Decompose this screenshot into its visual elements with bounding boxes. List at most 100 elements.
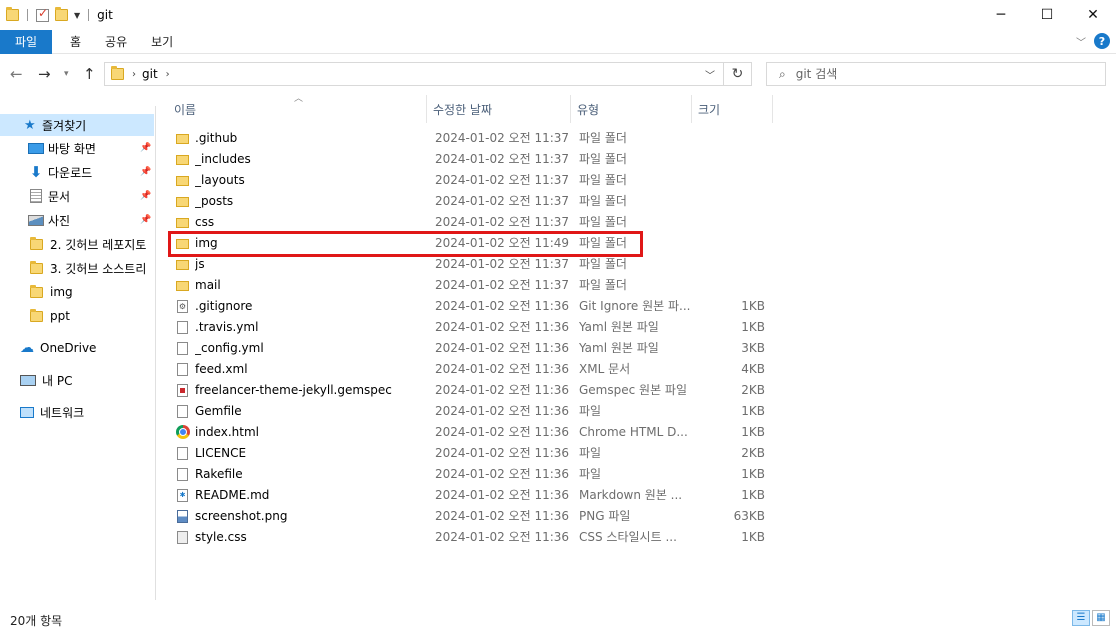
tab-home[interactable]: 홈 bbox=[58, 30, 93, 54]
sidebar-item-label: ppt bbox=[50, 309, 70, 323]
pin-icon[interactable]: 📌 bbox=[140, 191, 151, 201]
sidebar-item-pictures[interactable]: 사진 📌 bbox=[0, 209, 154, 231]
sidebar-item-ppt[interactable]: ppt bbox=[0, 305, 154, 327]
file-row[interactable]: index.html 2024-01-02 오전 11:36 Chrome HTML… bbox=[168, 422, 768, 443]
details-view-icon[interactable]: ☰ bbox=[1072, 610, 1090, 626]
breadcrumb-chevron-icon[interactable]: › bbox=[132, 69, 136, 80]
file-row[interactable]: freelancer-theme-jekyll.gemspec 2024-01-0… bbox=[168, 380, 768, 401]
file-name: .travis.yml bbox=[195, 320, 259, 334]
file-row[interactable]: .travis.yml 2024-01-02 오전 11:36 Yaml 원본 파일… bbox=[168, 317, 768, 338]
large-icons-view-icon[interactable]: ▦ bbox=[1092, 610, 1110, 626]
expand-ribbon-chevron-icon[interactable]: ﹀ bbox=[1076, 34, 1086, 49]
address-bar[interactable]: › git › ﹀ bbox=[104, 62, 724, 86]
file-row[interactable]: ⚙ .gitignore 2024-01-02 오전 11:36 Git Ignore… bbox=[168, 296, 768, 317]
file-row[interactable]: ✱ README.md 2024-01-02 오전 11:36 Markdown 원본… bbox=[168, 485, 768, 506]
file-size: 1KB bbox=[741, 320, 765, 334]
column-header-date[interactable]: 수정한 날짜 bbox=[427, 95, 571, 123]
file-row[interactable]: _config.yml 2024-01-02 오전 11:36 Yaml 원본 파일… bbox=[168, 338, 768, 359]
file-row[interactable]: _layouts 2024-01-02 오전 11:37 파일 폴더 bbox=[168, 170, 768, 191]
navigation-pane: ★ 즐겨찾기 바탕 화면 📌 ⬇ 다운로드 📌 문서 📌 사진 📌 2. 깃허브… bbox=[0, 106, 156, 600]
file-row[interactable]: css 2024-01-02 오전 11:37 파일 폴더 bbox=[168, 212, 768, 233]
sort-ascending-icon: ︿ bbox=[294, 94, 304, 104]
properties-icon[interactable] bbox=[36, 6, 49, 22]
file-row[interactable]: js 2024-01-02 오전 11:37 파일 폴더 bbox=[168, 254, 768, 275]
file-row[interactable]: .github 2024-01-02 오전 11:37 파일 폴더 bbox=[168, 128, 768, 149]
file-row[interactable]: feed.xml 2024-01-02 오전 11:36 XML 문서 4KB bbox=[168, 359, 768, 380]
column-header-name[interactable]: 이름 ︿ bbox=[168, 94, 427, 123]
sidebar-item-label: 네트워크 bbox=[40, 405, 85, 420]
search-box[interactable]: ⌕ bbox=[766, 62, 1106, 86]
sidebar-item-documents[interactable]: 문서 📌 bbox=[0, 185, 154, 207]
file-row[interactable]: Gemfile 2024-01-02 오전 11:36 파일 1KB bbox=[168, 401, 768, 422]
file-row[interactable]: img 2024-01-02 오전 11:49 파일 폴더 bbox=[168, 233, 768, 254]
file-type: Yaml 원본 파일 bbox=[579, 341, 659, 355]
file-icon bbox=[177, 321, 188, 334]
maximize-button[interactable]: ☐ bbox=[1024, 0, 1070, 30]
file-name: screenshot.png bbox=[195, 509, 288, 523]
column-header-type[interactable]: 유형 bbox=[571, 95, 692, 123]
sidebar-item-github-sourcetree[interactable]: 3. 깃허브 소스트리 bbox=[0, 257, 154, 279]
pictures-icon bbox=[28, 214, 44, 226]
file-date: 2024-01-02 오전 11:36 bbox=[435, 404, 570, 418]
sidebar-item-label: 내 PC bbox=[42, 373, 73, 388]
sidebar-item-onedrive[interactable]: ☁ OneDrive bbox=[0, 337, 154, 359]
desktop-icon bbox=[28, 142, 44, 154]
item-count: 20개 항목 bbox=[10, 614, 63, 627]
help-icon[interactable]: ? bbox=[1094, 33, 1110, 49]
tab-view[interactable]: 보기 bbox=[139, 30, 185, 54]
pin-icon[interactable]: 📌 bbox=[140, 143, 151, 153]
sidebar-item-quick-access[interactable]: ★ 즐겨찾기 bbox=[0, 114, 154, 136]
pin-icon[interactable]: 📌 bbox=[140, 167, 151, 177]
customize-toolbar-chevron-icon[interactable]: ▼ bbox=[74, 11, 80, 20]
file-type: 파일 bbox=[579, 467, 602, 481]
sidebar-item-network[interactable]: 네트워크 bbox=[0, 401, 154, 423]
search-input[interactable] bbox=[795, 67, 1076, 81]
file-row[interactable]: style.css 2024-01-02 오전 11:36 CSS 스타일시트 ..… bbox=[168, 527, 768, 548]
tab-file[interactable]: 파일 bbox=[0, 29, 52, 54]
file-list: 이름 ︿ 수정한 날짜 유형 크기 .github 2024-01-02 오전 1… bbox=[168, 94, 1116, 600]
file-type: Chrome HTML D... bbox=[579, 425, 688, 439]
column-header-size[interactable]: 크기 bbox=[692, 95, 773, 123]
star-icon: ★ bbox=[24, 117, 36, 133]
breadcrumb-git[interactable]: git bbox=[142, 67, 158, 81]
file-date: 2024-01-02 오전 11:36 bbox=[435, 320, 570, 334]
back-arrow-icon[interactable]: ← bbox=[10, 65, 23, 83]
sidebar-item-github-repo[interactable]: 2. 깃허브 레포지토 bbox=[0, 233, 154, 255]
file-date: 2024-01-02 오전 11:36 bbox=[435, 530, 570, 544]
recent-locations-chevron-icon[interactable]: ▾ bbox=[64, 69, 69, 79]
file-size bbox=[693, 170, 765, 191]
file-row[interactable]: mail 2024-01-02 오전 11:37 파일 폴더 bbox=[168, 275, 768, 296]
ribbon-controls: ﹀ ? bbox=[1076, 33, 1110, 49]
search-icon: ⌕ bbox=[779, 66, 786, 81]
pin-icon[interactable]: 📌 bbox=[140, 215, 151, 225]
sidebar-item-downloads[interactable]: ⬇ 다운로드 📌 bbox=[0, 161, 154, 183]
file-row[interactable]: Rakefile 2024-01-02 오전 11:36 파일 1KB bbox=[168, 464, 768, 485]
close-button[interactable]: ✕ bbox=[1070, 0, 1116, 30]
file-type: Git Ignore 원본 파... bbox=[579, 299, 691, 313]
file-name: _layouts bbox=[195, 173, 245, 187]
sidebar-item-desktop[interactable]: 바탕 화면 📌 bbox=[0, 137, 154, 159]
address-dropdown-chevron-icon[interactable]: ﹀ bbox=[705, 67, 715, 82]
refresh-button[interactable]: ↻ bbox=[724, 62, 752, 86]
gemspec-file-icon bbox=[177, 384, 188, 397]
forward-arrow-icon[interactable]: → bbox=[38, 65, 51, 83]
new-folder-icon[interactable] bbox=[55, 7, 68, 21]
minimize-button[interactable]: ─ bbox=[978, 0, 1024, 30]
file-date: 2024-01-02 오전 11:36 bbox=[435, 362, 570, 376]
folder-icon bbox=[30, 260, 43, 274]
file-row[interactable]: _includes 2024-01-02 오전 11:37 파일 폴더 bbox=[168, 149, 768, 170]
file-name: freelancer-theme-jekyll.gemspec bbox=[195, 383, 392, 397]
file-size: 2KB bbox=[741, 446, 765, 460]
file-row[interactable]: _posts 2024-01-02 오전 11:37 파일 폴더 bbox=[168, 191, 768, 212]
tab-share[interactable]: 공유 bbox=[93, 30, 139, 54]
sidebar-item-this-pc[interactable]: 내 PC bbox=[0, 369, 154, 391]
folder-icon bbox=[30, 236, 43, 250]
sidebar-item-label: 바탕 화면 bbox=[48, 141, 96, 156]
sidebar-item-img[interactable]: img bbox=[0, 281, 154, 303]
breadcrumb-chevron-icon[interactable]: › bbox=[166, 69, 170, 80]
file-row[interactable]: screenshot.png 2024-01-02 오전 11:36 PNG 파일 6… bbox=[168, 506, 768, 527]
file-row[interactable]: LICENCE 2024-01-02 오전 11:36 파일 2KB bbox=[168, 443, 768, 464]
up-arrow-icon[interactable]: ↑ bbox=[83, 65, 96, 83]
sidebar-item-label: OneDrive bbox=[40, 341, 97, 355]
file-size: 1KB bbox=[741, 425, 765, 439]
